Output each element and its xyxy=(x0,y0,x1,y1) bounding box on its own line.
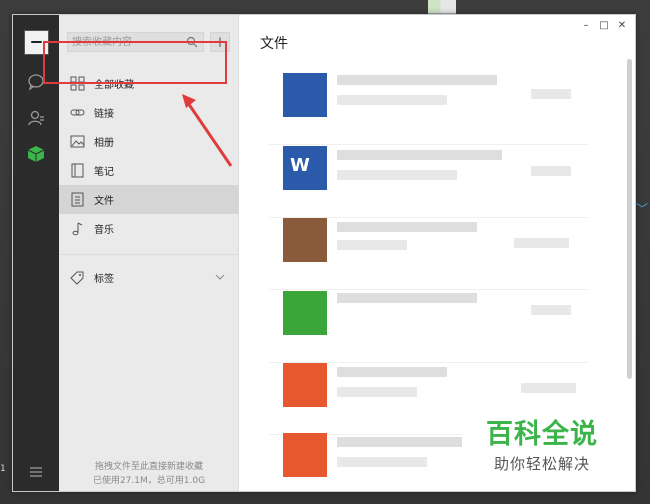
chevron-down-icon[interactable] xyxy=(215,272,225,282)
file-item[interactable]: W xyxy=(269,146,589,218)
nav-item-tags[interactable]: 标签 xyxy=(59,263,239,292)
ppt-file-icon xyxy=(283,433,327,477)
scrollbar[interactable] xyxy=(627,59,632,379)
word-doc-icon xyxy=(283,73,327,117)
tag-icon xyxy=(70,270,85,285)
nav-divider xyxy=(59,254,239,255)
music-icon xyxy=(70,221,85,236)
close-button[interactable]: ✕ xyxy=(613,18,631,32)
file-item[interactable] xyxy=(269,73,589,145)
page-title: 文件 xyxy=(260,36,288,52)
maximize-button[interactable]: □ xyxy=(595,18,613,32)
desktop-icon[interactable] xyxy=(428,0,456,14)
desktop-chevron-icon: ﹀ xyxy=(636,202,649,216)
nav-item-music[interactable]: 音乐 xyxy=(59,214,239,243)
annotation-arrow xyxy=(182,94,233,167)
ppt-file-icon xyxy=(283,363,327,407)
image-icon xyxy=(70,134,85,149)
watermark-subtitle: 助你轻松解决 xyxy=(493,455,590,473)
file-icon xyxy=(70,192,85,207)
note-icon xyxy=(70,163,85,178)
favorites-cube-icon[interactable] xyxy=(27,145,45,163)
nav-item-label: 相册 xyxy=(94,138,114,149)
left-rail xyxy=(13,15,59,491)
collections-panel: + 全部收藏 链接 相册 笔记 文件 xyxy=(59,15,239,491)
image-file-icon xyxy=(283,218,327,262)
nav-item-files[interactable]: 文件 xyxy=(59,185,239,214)
nav-item-label: 文件 xyxy=(94,196,114,207)
file-item[interactable] xyxy=(269,291,589,363)
contacts-icon[interactable] xyxy=(27,109,45,127)
minimize-button[interactable]: – xyxy=(577,18,595,32)
nav-item-label: 链接 xyxy=(94,109,114,120)
link-icon xyxy=(70,105,85,120)
watermark-title: 百科全说 xyxy=(486,419,598,450)
storage-usage: 已使用27.1M，总可用1.0G xyxy=(92,476,206,486)
word-doc-icon: W xyxy=(283,146,327,190)
file-item[interactable] xyxy=(269,218,589,290)
drop-hint: 拖拽文件至此直接新建收藏 xyxy=(94,462,203,472)
nav-item-label: 笔记 xyxy=(94,167,114,178)
desktop-edge-text: 1 xyxy=(0,464,6,474)
nav-item-label: 音乐 xyxy=(94,225,114,236)
menu-icon[interactable] xyxy=(27,463,45,481)
audio-file-icon xyxy=(283,291,327,335)
watermark: 百科全说 助你轻松解决 xyxy=(462,402,622,480)
highlight-box xyxy=(43,41,227,84)
nav-item-label: 标签 xyxy=(94,274,114,285)
